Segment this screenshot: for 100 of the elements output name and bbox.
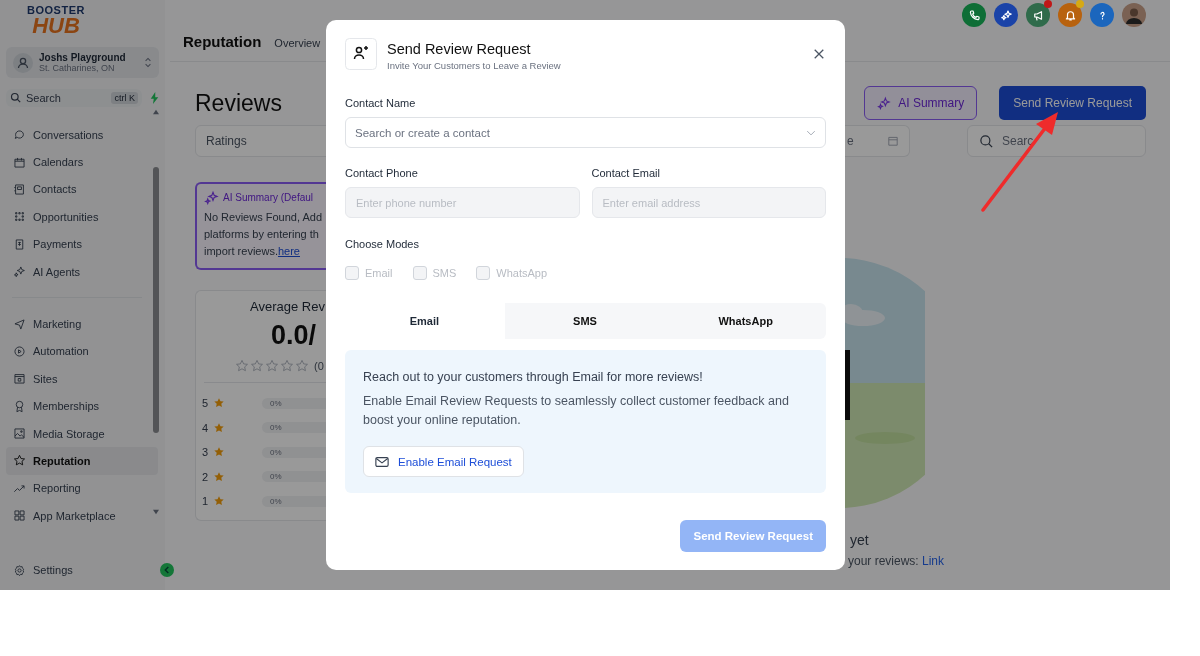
settings-icon — [13, 563, 26, 577]
sidebar-item[interactable]: Opportunities — [6, 203, 148, 231]
close-icon[interactable] — [813, 48, 825, 60]
sidebar-item[interactable]: Marketing — [6, 310, 148, 338]
star-icon — [213, 470, 225, 483]
field-label: Contact Email — [591, 167, 661, 179]
empty-state-title: yet — [850, 532, 869, 548]
search-field[interactable]: Search ctrl K — [6, 89, 142, 107]
search-icon — [979, 133, 994, 149]
account-switcher[interactable]: Joshs Playground St. Catharines, ON — [6, 47, 159, 78]
tab[interactable]: Email — [344, 303, 505, 339]
date-placeholder: e — [847, 134, 854, 148]
page-title: Reviews — [195, 90, 283, 118]
contact-card-icon — [13, 182, 26, 196]
page-section-title: Reputation — [183, 33, 262, 50]
star-icon — [213, 495, 225, 508]
percent-text: 0% — [270, 398, 282, 408]
sidebar-item[interactable]: Memberships — [6, 392, 148, 420]
sidebar-item[interactable]: Media Storage — [6, 419, 148, 448]
image-icon — [13, 427, 26, 441]
enable-email-request-button[interactable]: Enable Email Request — [363, 446, 524, 477]
rating-label: 2 — [202, 470, 210, 483]
star-icon — [280, 359, 294, 373]
sidebar-item[interactable]: Calendars — [6, 148, 148, 176]
panel-heading: Reach out to your customers through Email for more reviews! — [363, 370, 704, 384]
receipt-icon — [13, 237, 26, 251]
star-icon — [213, 446, 225, 459]
sparkle-icon — [204, 190, 219, 205]
tab[interactable]: SMS — [504, 303, 666, 339]
toolbar-button[interactable] — [1026, 3, 1050, 27]
toolbar-button[interactable] — [994, 3, 1018, 27]
star-icon — [213, 397, 225, 410]
search-placeholder: Searc — [1002, 134, 1034, 148]
average-score: 0.0/ — [271, 320, 318, 351]
logo-text: BOOSTER — [27, 5, 85, 16]
star-icon — [235, 359, 249, 373]
review-count: (0 — [314, 360, 324, 372]
sidebar-item[interactable]: AI Agents — [6, 257, 148, 286]
star-icon — [213, 421, 225, 434]
search-field[interactable]: Searc — [967, 125, 1146, 157]
calendar-icon — [887, 135, 899, 147]
summary-text: platforms by entering th — [204, 227, 320, 242]
sparkle-icon — [13, 265, 26, 279]
star-icon — [265, 359, 279, 373]
sidebar-item[interactable]: Payments — [6, 230, 148, 258]
send-icon — [13, 317, 26, 331]
overview-link[interactable]: Overview — [274, 37, 321, 49]
field-label: Contact Name — [345, 97, 417, 109]
field-label: Choose Modes — [345, 238, 420, 250]
browser-icon — [13, 372, 26, 386]
dialog-title: Send Review Request — [387, 41, 532, 57]
contact-select[interactable]: Search or create a contact — [345, 117, 826, 148]
sidebar-item[interactable]: Conversations — [6, 121, 148, 149]
calendar-icon — [13, 155, 26, 169]
sidebar-item[interactable]: Reporting — [6, 474, 148, 503]
chevron-updown-icon — [144, 56, 152, 69]
panel-text: Enable Email Review Requests to seamlessly collect customer feedback and boost your online reputation. — [363, 393, 790, 429]
rating-label: 3 — [202, 446, 210, 459]
toolbar-button[interactable] — [1058, 3, 1082, 27]
sparkle-icon — [877, 96, 892, 110]
sidebar-item[interactable]: Settings — [6, 556, 80, 584]
link[interactable]: Link — [922, 554, 945, 568]
percent-text: 0% — [270, 447, 282, 457]
ai-summary-button[interactable]: AI Summary — [864, 86, 978, 120]
empty-state-text: your reviews: Link — [848, 554, 945, 568]
scrollbar-thumb[interactable] — [153, 167, 159, 433]
summary-text: No Reviews Found, Add — [204, 210, 323, 225]
star-icon — [295, 359, 309, 373]
date-filter[interactable]: e — [845, 125, 910, 157]
sidebar-item[interactable]: Contacts — [6, 175, 148, 204]
apps-grid-icon — [13, 509, 26, 523]
percent-text: 0% — [270, 472, 282, 482]
field-label: Contact Phone — [345, 167, 419, 179]
sidebar-item[interactable]: Reputation — [6, 447, 158, 475]
card-title: Average Rev — [250, 299, 326, 314]
add-user-icon — [345, 38, 377, 70]
percent-text: 0% — [270, 423, 282, 433]
user-icon — [13, 52, 33, 73]
avatar[interactable] — [1122, 3, 1146, 27]
chevron-down-icon — [806, 129, 816, 136]
dialog-subtitle: Invite Your Customers to Leave a Review — [387, 60, 562, 71]
sidebar-item[interactable]: Automation — [6, 337, 148, 366]
search-icon — [10, 92, 22, 104]
scroll-up-icon[interactable] — [152, 109, 160, 115]
search-placeholder: Search — [26, 92, 62, 104]
send-review-request-button[interactable]: Send Review Request — [999, 86, 1146, 120]
card-title: AI Summary (Defaul — [223, 192, 314, 203]
sidebar-item[interactable]: App Marketplace — [6, 502, 148, 530]
scroll-down-icon[interactable] — [152, 509, 160, 515]
tab[interactable]: WhatsApp — [665, 303, 826, 339]
rating-label: 1 — [202, 495, 210, 508]
collapse-icon[interactable] — [160, 563, 174, 578]
star-icon — [250, 359, 264, 373]
award-icon — [13, 399, 26, 413]
percent-text: 0% — [270, 496, 282, 506]
rating-label: 4 — [202, 421, 210, 434]
shortcut-key: ctrl K — [111, 92, 138, 104]
here-link[interactable]: here — [277, 245, 300, 257]
sidebar-item[interactable]: Sites — [6, 365, 148, 393]
toolbar-button[interactable] — [962, 3, 986, 27]
